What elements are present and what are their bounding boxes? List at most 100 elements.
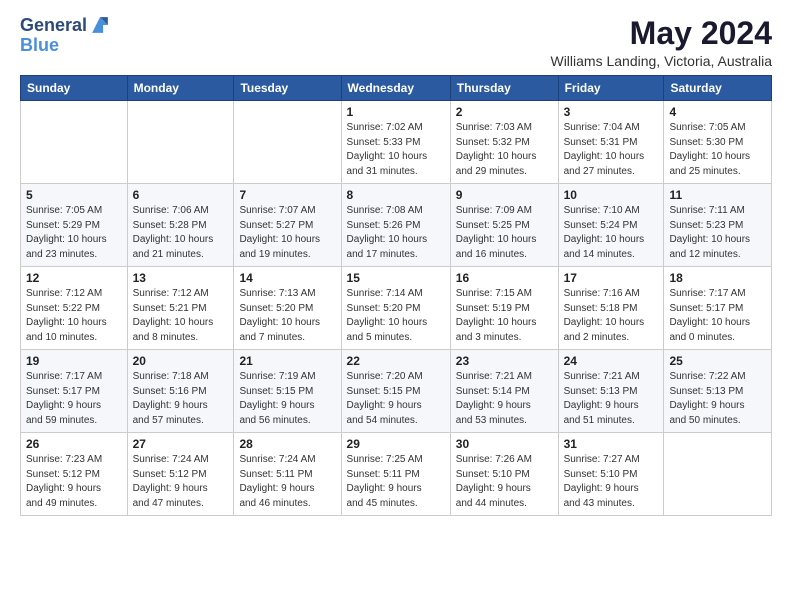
calendar-week-row: 1Sunrise: 7:02 AMSunset: 5:33 PMDaylight…	[21, 101, 772, 184]
day-info: Sunrise: 7:22 AMSunset: 5:13 PMDaylight:…	[669, 370, 766, 428]
table-row: 14 Sunrise: 7:13 AMSunset: 5:20 PMDayligh…	[234, 267, 341, 350]
table-row: 23Sunrise: 7:21 AMSunset: 5:14 PMDayligh…	[450, 350, 558, 433]
table-row: 18Sunrise: 7:17 AMSunset: 5:17 PMDayligh…	[664, 267, 772, 350]
table-row: 10Sunrise: 7:10 AMSunset: 5:24 PMDayligh…	[558, 184, 664, 267]
table-row: 6 Sunrise: 7:06 AMSunset: 5:28 PMDaylight…	[127, 184, 234, 267]
day-info: Sunrise: 7:16 AMSunset: 5:18 PMDaylight:…	[564, 287, 659, 345]
day-number: 17	[564, 271, 659, 285]
day-info: Sunrise: 7:13 AMSunset: 5:20 PMDaylight:…	[239, 287, 335, 345]
day-info: Sunrise: 7:24 AMSunset: 5:11 PMDaylight:…	[239, 453, 335, 511]
table-row: 20 Sunrise: 7:18 AMSunset: 5:16 PMDayligh…	[127, 350, 234, 433]
day-number: 19	[26, 354, 122, 368]
table-row: 28 Sunrise: 7:24 AMSunset: 5:11 PMDayligh…	[234, 433, 341, 516]
table-row: 24 Sunrise: 7:21 AMSunset: 5:13 PMDayligh…	[558, 350, 664, 433]
table-row: 7 Sunrise: 7:07 AMSunset: 5:27 PMDaylight…	[234, 184, 341, 267]
table-row: 26 Sunrise: 7:23 AMSunset: 5:12 PMDayligh…	[21, 433, 128, 516]
day-info: Sunrise: 7:11 AMSunset: 5:23 PMDaylight:…	[669, 204, 766, 262]
day-number: 28	[239, 437, 335, 451]
logo-text: General	[20, 16, 87, 36]
col-saturday: Saturday	[664, 76, 772, 101]
day-number: 16	[456, 271, 553, 285]
day-info: Sunrise: 7:03 AMSunset: 5:32 PMDaylight:…	[456, 121, 553, 179]
table-row	[664, 433, 772, 516]
day-number: 25	[669, 354, 766, 368]
day-number: 26	[26, 437, 122, 451]
day-number: 6	[133, 188, 229, 202]
day-number: 4	[669, 105, 766, 119]
calendar-table: Sunday Monday Tuesday Wednesday Thursday…	[20, 75, 772, 516]
day-number: 5	[26, 188, 122, 202]
day-info: Sunrise: 7:24 AMSunset: 5:12 PMDaylight:…	[133, 453, 229, 511]
col-tuesday: Tuesday	[234, 76, 341, 101]
table-row: 4 Sunrise: 7:05 AMSunset: 5:30 PMDaylight…	[664, 101, 772, 184]
table-row	[127, 101, 234, 184]
table-row: 27 Sunrise: 7:24 AMSunset: 5:12 PMDayligh…	[127, 433, 234, 516]
table-row: 3 Sunrise: 7:04 AMSunset: 5:31 PMDaylight…	[558, 101, 664, 184]
day-info: Sunrise: 7:04 AMSunset: 5:31 PMDaylight:…	[564, 121, 659, 179]
day-number: 31	[564, 437, 659, 451]
day-number: 7	[239, 188, 335, 202]
day-number: 8	[347, 188, 445, 202]
day-number: 27	[133, 437, 229, 451]
day-number: 20	[133, 354, 229, 368]
table-row: 25 Sunrise: 7:22 AMSunset: 5:13 PMDayligh…	[664, 350, 772, 433]
day-info: Sunrise: 7:15 AMSunset: 5:19 PMDaylight:…	[456, 287, 553, 345]
day-info: Sunrise: 7:23 AMSunset: 5:12 PMDaylight:…	[26, 453, 122, 511]
day-info: Sunrise: 7:10 AMSunset: 5:24 PMDaylight:…	[564, 204, 659, 262]
table-row: 30Sunrise: 7:26 AMSunset: 5:10 PMDayligh…	[450, 433, 558, 516]
table-row: 15Sunrise: 7:14 AMSunset: 5:20 PMDayligh…	[341, 267, 450, 350]
day-info: Sunrise: 7:27 AMSunset: 5:10 PMDaylight:…	[564, 453, 659, 511]
day-number: 23	[456, 354, 553, 368]
day-number: 12	[26, 271, 122, 285]
month-year: May 2024	[550, 16, 772, 51]
day-info: Sunrise: 7:06 AMSunset: 5:28 PMDaylight:…	[133, 204, 229, 262]
day-info: Sunrise: 7:07 AMSunset: 5:27 PMDaylight:…	[239, 204, 335, 262]
table-row: 16 Sunrise: 7:15 AMSunset: 5:19 PMDayligh…	[450, 267, 558, 350]
col-friday: Friday	[558, 76, 664, 101]
table-row: 2Sunrise: 7:03 AMSunset: 5:32 PMDaylight…	[450, 101, 558, 184]
location: Williams Landing, Victoria, Australia	[550, 53, 772, 69]
col-wednesday: Wednesday	[341, 76, 450, 101]
day-info: Sunrise: 7:05 AMSunset: 5:29 PMDaylight:…	[26, 204, 122, 262]
calendar-week-row: 5 Sunrise: 7:05 AMSunset: 5:29 PMDaylight…	[21, 184, 772, 267]
day-info: Sunrise: 7:12 AMSunset: 5:22 PMDaylight:…	[26, 287, 122, 345]
table-row: 21 Sunrise: 7:19 AMSunset: 5:15 PMDayligh…	[234, 350, 341, 433]
day-info: Sunrise: 7:18 AMSunset: 5:16 PMDaylight:…	[133, 370, 229, 428]
day-info: Sunrise: 7:09 AMSunset: 5:25 PMDaylight:…	[456, 204, 553, 262]
table-row: 12 Sunrise: 7:12 AMSunset: 5:22 PMDayligh…	[21, 267, 128, 350]
calendar-week-row: 26 Sunrise: 7:23 AMSunset: 5:12 PMDayligh…	[21, 433, 772, 516]
day-number: 21	[239, 354, 335, 368]
table-row: 5 Sunrise: 7:05 AMSunset: 5:29 PMDaylight…	[21, 184, 128, 267]
day-info: Sunrise: 7:21 AMSunset: 5:13 PMDaylight:…	[564, 370, 659, 428]
day-number: 13	[133, 271, 229, 285]
day-info: Sunrise: 7:17 AMSunset: 5:17 PMDaylight:…	[26, 370, 122, 428]
logo-text-blue: Blue	[20, 36, 111, 56]
day-number: 14	[239, 271, 335, 285]
calendar-week-row: 19 Sunrise: 7:17 AMSunset: 5:17 PMDayligh…	[21, 350, 772, 433]
table-row: 11Sunrise: 7:11 AMSunset: 5:23 PMDayligh…	[664, 184, 772, 267]
table-row: 31 Sunrise: 7:27 AMSunset: 5:10 PMDayligh…	[558, 433, 664, 516]
day-number: 15	[347, 271, 445, 285]
table-row: 13 Sunrise: 7:12 AMSunset: 5:21 PMDayligh…	[127, 267, 234, 350]
day-number: 24	[564, 354, 659, 368]
day-info: Sunrise: 7:05 AMSunset: 5:30 PMDaylight:…	[669, 121, 766, 179]
day-info: Sunrise: 7:25 AMSunset: 5:11 PMDaylight:…	[347, 453, 445, 511]
day-number: 30	[456, 437, 553, 451]
table-row: 19 Sunrise: 7:17 AMSunset: 5:17 PMDayligh…	[21, 350, 128, 433]
page: General Blue May 2024 Williams Landing, …	[0, 0, 792, 532]
day-info: Sunrise: 7:20 AMSunset: 5:15 PMDaylight:…	[347, 370, 445, 428]
day-number: 22	[347, 354, 445, 368]
table-row: 29Sunrise: 7:25 AMSunset: 5:11 PMDayligh…	[341, 433, 450, 516]
day-number: 9	[456, 188, 553, 202]
col-thursday: Thursday	[450, 76, 558, 101]
calendar-header-row: Sunday Monday Tuesday Wednesday Thursday…	[21, 76, 772, 101]
header: General Blue May 2024 Williams Landing, …	[20, 16, 772, 69]
col-sunday: Sunday	[21, 76, 128, 101]
col-monday: Monday	[127, 76, 234, 101]
table-row: 22 Sunrise: 7:20 AMSunset: 5:15 PMDayligh…	[341, 350, 450, 433]
day-info: Sunrise: 7:19 AMSunset: 5:15 PMDaylight:…	[239, 370, 335, 428]
table-row: 1Sunrise: 7:02 AMSunset: 5:33 PMDaylight…	[341, 101, 450, 184]
day-info: Sunrise: 7:12 AMSunset: 5:21 PMDaylight:…	[133, 287, 229, 345]
calendar-week-row: 12 Sunrise: 7:12 AMSunset: 5:22 PMDayligh…	[21, 267, 772, 350]
day-number: 3	[564, 105, 659, 119]
